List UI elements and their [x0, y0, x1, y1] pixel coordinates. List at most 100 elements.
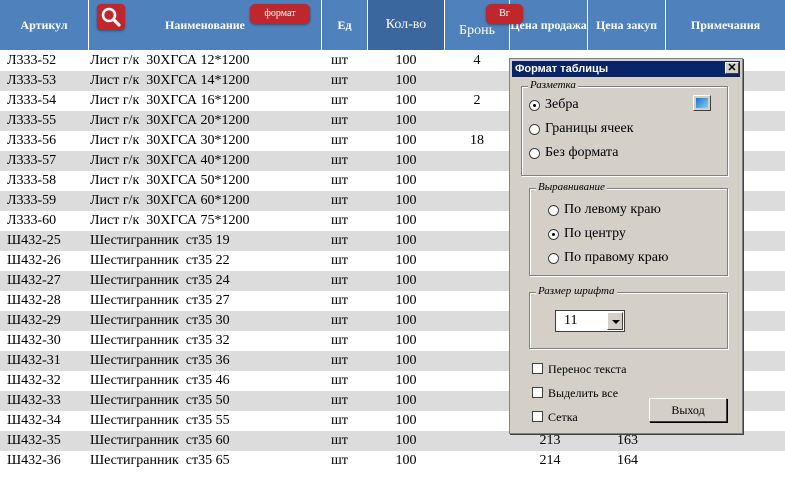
- cell-unit[interactable]: шт: [331, 51, 371, 71]
- cell-qty[interactable]: 100: [370, 391, 442, 411]
- cell-qty[interactable]: 100: [370, 231, 442, 251]
- cell-qty[interactable]: 100: [370, 251, 442, 271]
- cell-buy-price[interactable]: 164: [590, 451, 665, 471]
- cell-unit[interactable]: шт: [331, 91, 371, 111]
- cell-name[interactable]: Лист г/к 30ХГСА 16*1200: [90, 91, 330, 111]
- cell-article[interactable]: Ш432-36: [7, 451, 87, 471]
- close-button[interactable]: ✕: [725, 62, 739, 74]
- cell-buy-price[interactable]: 163: [590, 431, 665, 451]
- cell-qty[interactable]: 100: [370, 271, 442, 291]
- cell-bron[interactable]: [448, 411, 506, 431]
- table-row[interactable]: Ш432-36 Шестигранник ст35 65 шт 100 214 164: [0, 451, 785, 471]
- cell-sell-price[interactable]: 214: [510, 451, 590, 471]
- cell-unit[interactable]: шт: [331, 351, 371, 371]
- cell-qty[interactable]: 100: [370, 431, 442, 451]
- cell-article[interactable]: Л333-60: [7, 211, 87, 231]
- cell-name[interactable]: Лист г/к 30ХГСА 30*1200: [90, 131, 330, 151]
- cell-qty[interactable]: 100: [370, 291, 442, 311]
- cell-unit[interactable]: шт: [331, 131, 371, 151]
- cell-unit[interactable]: шт: [331, 451, 371, 471]
- cell-name[interactable]: Шестигранник ст35 60: [90, 431, 330, 451]
- cell-bron[interactable]: [448, 251, 506, 271]
- cell-article[interactable]: Л333-59: [7, 191, 87, 211]
- cell-article[interactable]: Ш432-28: [7, 291, 87, 311]
- cell-article[interactable]: Л333-57: [7, 151, 87, 171]
- cell-bron[interactable]: [448, 71, 506, 91]
- cell-unit[interactable]: шт: [331, 311, 371, 331]
- cell-unit[interactable]: шт: [331, 211, 371, 231]
- cell-name[interactable]: Шестигранник ст35 46: [90, 371, 330, 391]
- cell-sell-price[interactable]: 213: [510, 431, 590, 451]
- cell-bron[interactable]: [448, 271, 506, 291]
- cell-unit[interactable]: шт: [331, 271, 371, 291]
- cell-bron[interactable]: [448, 111, 506, 131]
- cell-article[interactable]: Ш432-31: [7, 351, 87, 371]
- cell-article[interactable]: Ш432-35: [7, 431, 87, 451]
- cell-name[interactable]: Шестигранник ст35 32: [90, 331, 330, 351]
- cell-qty[interactable]: 100: [370, 351, 442, 371]
- cell-qty[interactable]: 100: [370, 331, 442, 351]
- cell-name[interactable]: Шестигранник ст35 50: [90, 391, 330, 411]
- cell-unit[interactable]: шт: [331, 231, 371, 251]
- cell-qty[interactable]: 100: [370, 451, 442, 471]
- cell-bron[interactable]: [448, 151, 506, 171]
- cell-article[interactable]: Л333-55: [7, 111, 87, 131]
- cell-bron[interactable]: 2: [448, 91, 506, 111]
- cell-article[interactable]: Ш432-27: [7, 271, 87, 291]
- cell-unit[interactable]: шт: [331, 371, 371, 391]
- cell-name[interactable]: Лист г/к 30ХГСА 50*1200: [90, 171, 330, 191]
- cell-unit[interactable]: шт: [331, 431, 371, 451]
- cell-unit[interactable]: шт: [331, 191, 371, 211]
- cell-bron[interactable]: [448, 351, 506, 371]
- cell-unit[interactable]: шт: [331, 391, 371, 411]
- cell-bron[interactable]: [448, 191, 506, 211]
- cell-qty[interactable]: 100: [370, 151, 442, 171]
- cell-qty[interactable]: 100: [370, 171, 442, 191]
- color-picker-icon[interactable]: [693, 95, 711, 111]
- cell-name[interactable]: Шестигранник ст35 19: [90, 231, 330, 251]
- cell-qty[interactable]: 100: [370, 311, 442, 331]
- cell-name[interactable]: Лист г/к 30ХГСА 40*1200: [90, 151, 330, 171]
- bg-button[interactable]: Вг: [486, 4, 523, 24]
- cell-qty[interactable]: 100: [370, 191, 442, 211]
- cell-qty[interactable]: 100: [370, 111, 442, 131]
- cell-unit[interactable]: шт: [331, 71, 371, 91]
- header-qty[interactable]: Кол-во: [368, 0, 445, 50]
- dialog-title[interactable]: Формат таблицы: [512, 61, 740, 77]
- cell-article[interactable]: Л333-56: [7, 131, 87, 151]
- cell-unit[interactable]: шт: [331, 251, 371, 271]
- cell-article[interactable]: Л333-58: [7, 171, 87, 191]
- cell-name[interactable]: Лист г/к 30ХГСА 20*1200: [90, 111, 330, 131]
- cell-article[interactable]: Л333-54: [7, 91, 87, 111]
- cell-unit[interactable]: шт: [331, 171, 371, 191]
- cell-name[interactable]: Лист г/к 30ХГСА 75*1200: [90, 211, 330, 231]
- cell-name[interactable]: Шестигранник ст35 24: [90, 271, 330, 291]
- cell-unit[interactable]: шт: [331, 331, 371, 351]
- cell-bron[interactable]: [448, 331, 506, 351]
- header-buy-price[interactable]: Цена закуп: [588, 0, 666, 50]
- cell-article[interactable]: Ш432-25: [7, 231, 87, 251]
- font-size-select[interactable]: 11: [555, 310, 625, 332]
- cell-article[interactable]: Л333-52: [7, 51, 87, 71]
- cell-qty[interactable]: 100: [370, 51, 442, 71]
- cell-qty[interactable]: 100: [370, 371, 442, 391]
- cell-bron[interactable]: [448, 451, 506, 471]
- cell-article[interactable]: Ш432-29: [7, 311, 87, 331]
- cell-bron[interactable]: [448, 231, 506, 251]
- cell-qty[interactable]: 100: [370, 411, 442, 431]
- cell-qty[interactable]: 100: [370, 211, 442, 231]
- search-button[interactable]: [97, 4, 125, 30]
- exit-button[interactable]: Выход: [649, 398, 727, 422]
- header-article[interactable]: Артикул: [0, 0, 89, 50]
- header-notes[interactable]: Примечания: [666, 0, 785, 50]
- cell-name[interactable]: Лист г/к 30ХГСА 14*1200: [90, 71, 330, 91]
- table-row[interactable]: Ш432-35 Шестигранник ст35 60 шт 100 213 163: [0, 431, 785, 451]
- cell-name[interactable]: Лист г/к 30ХГСА 12*1200: [90, 51, 330, 71]
- cell-qty[interactable]: 100: [370, 71, 442, 91]
- cell-name[interactable]: Шестигранник ст35 22: [90, 251, 330, 271]
- chevron-down-icon[interactable]: [607, 312, 623, 330]
- cell-bron[interactable]: [448, 311, 506, 331]
- cell-unit[interactable]: шт: [331, 151, 371, 171]
- format-button[interactable]: формат: [250, 4, 310, 24]
- cell-unit[interactable]: шт: [331, 411, 371, 431]
